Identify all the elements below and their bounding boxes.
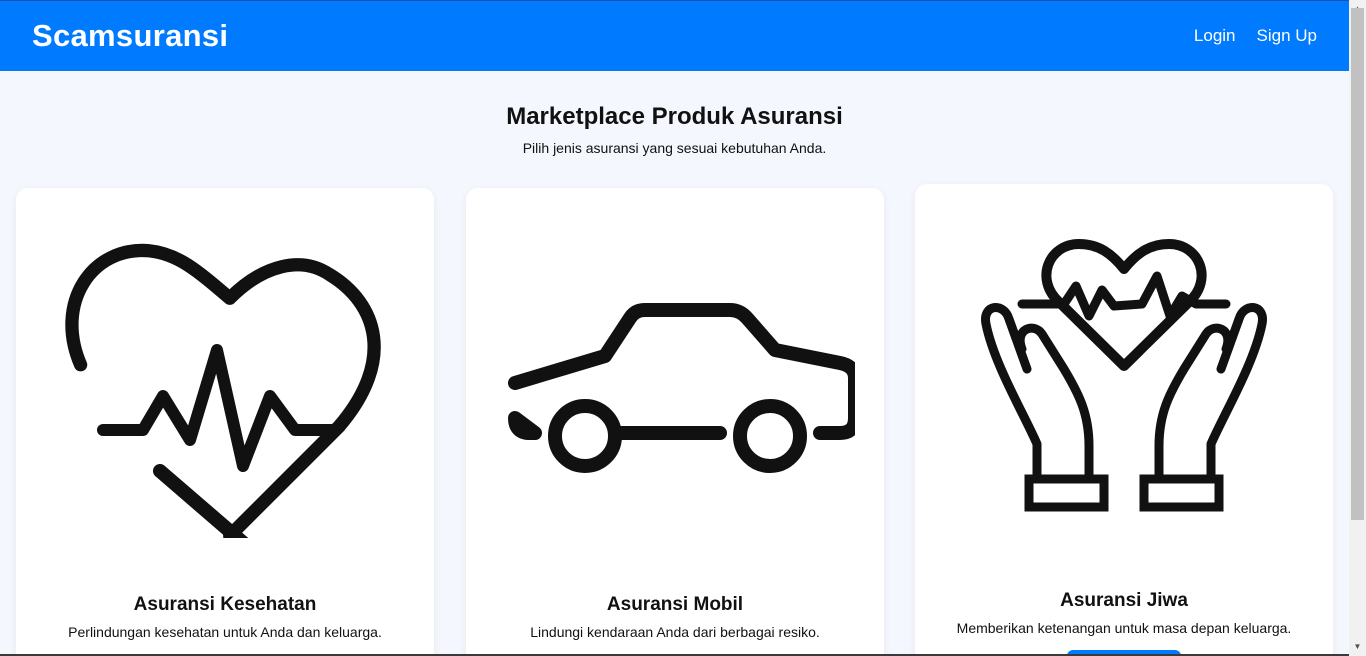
page-heading: Marketplace Produk Asuransi Pilih jenis … (0, 103, 1349, 156)
product-title: Asuransi Jiwa (1060, 590, 1188, 611)
page-subtitle: Pilih jenis asuransi yang sesuai kebutuh… (522, 140, 827, 156)
product-card-mobil[interactable]: Asuransi Mobil Lindungi kendaraan Anda d… (466, 188, 884, 656)
product-card-kesehatan[interactable]: Asuransi Kesehatan Perlindungan kesehata… (16, 188, 434, 656)
login-link[interactable]: Login (1194, 26, 1236, 46)
product-description: Perlindungan kesehatan untuk Anda dan ke… (68, 624, 382, 640)
page-title: Marketplace Produk Asuransi (506, 103, 843, 130)
product-description: Lindungi kendaraan Anda dari berbagai re… (530, 624, 820, 640)
scroll-thumb[interactable] (1351, 8, 1364, 520)
scrollbar[interactable]: ▲ ▼ (1349, 0, 1366, 656)
nav-links: Login Sign Up (1194, 26, 1317, 46)
heart-pulse-icon (16, 208, 434, 548)
brand-logo[interactable]: Scamsuransi (32, 18, 228, 54)
navbar: Scamsuransi Login Sign Up (0, 0, 1349, 71)
product-title: Asuransi Mobil (606, 594, 744, 615)
product-description: Memberikan ketenangan untuk masa depan k… (956, 620, 1292, 636)
signup-link[interactable]: Sign Up (1257, 26, 1317, 46)
product-card-jiwa[interactable]: Asuransi Jiwa Memberikan ketenangan untu… (915, 184, 1333, 656)
scroll-down-icon[interactable]: ▼ (1349, 638, 1366, 654)
product-title: Asuransi Kesehatan (133, 594, 317, 615)
hands-heart-icon (915, 204, 1333, 544)
car-icon (466, 208, 884, 548)
